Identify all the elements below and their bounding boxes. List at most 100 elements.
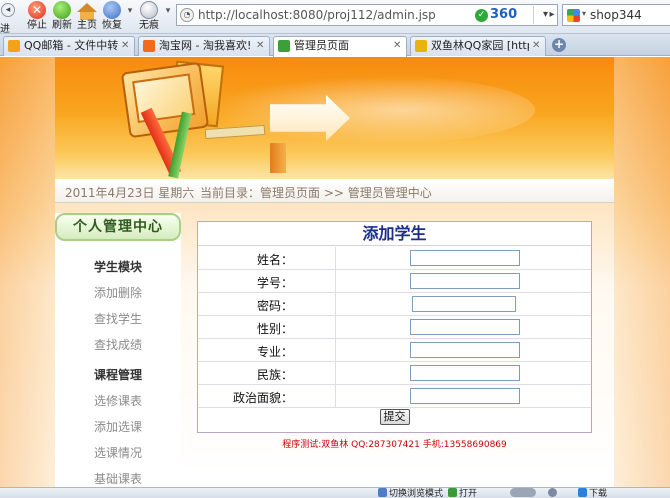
tab-taobao[interactable]: 淘宝网 - 淘我喜欢! ✕	[138, 36, 270, 56]
stand-illustration	[270, 143, 286, 173]
restore-button[interactable]: 恢复	[97, 1, 127, 33]
info-bar: 2011年4月23日 星期六 当前目录：管理员页面 >> 管理员管理中心	[55, 179, 614, 203]
browser-toolbar: ◂ 进 ✕ 停止 刷新 主页 恢复 ▾ 无痕 ▾ ◔ http://localh…	[0, 0, 670, 35]
home-icon	[77, 3, 97, 12]
download-icon	[578, 488, 587, 497]
new-tab-icon[interactable]: +	[552, 38, 566, 52]
field-label: 专业：	[256, 345, 293, 359]
sidebar-item-add-elective[interactable]: 添加选课	[55, 418, 181, 435]
field-label: 姓名：	[256, 253, 293, 267]
home-icon-body	[80, 12, 94, 20]
submit-button[interactable]: 提交	[379, 409, 410, 425]
noimage-dropdown[interactable]: ▾	[162, 6, 174, 20]
header-banner	[55, 57, 614, 179]
form-row-student-id: 学号：	[198, 270, 591, 293]
search-box[interactable]: ▾ shop344	[562, 4, 670, 26]
gender-input[interactable]	[410, 319, 520, 335]
settings-icon[interactable]	[548, 488, 559, 498]
toggle-icon	[510, 488, 536, 497]
tab-qq-home[interactable]: 双鱼林QQ家园 [http:/... ✕	[410, 36, 546, 56]
switch-mode-label: 切换浏览模式	[389, 489, 444, 498]
field-label: 密码：	[256, 299, 293, 313]
label-cell: 专业：	[198, 339, 336, 361]
tab-admin-page[interactable]: 管理员页面 ✕	[273, 36, 407, 57]
label-cell: 学号：	[198, 270, 336, 292]
name-input[interactable]	[410, 250, 520, 266]
student-id-input[interactable]	[410, 273, 520, 289]
breadcrumb: 当前目录：管理员页面 >> 管理员管理中心	[200, 186, 432, 200]
close-icon[interactable]: ✕	[256, 37, 266, 55]
switch-mode-button[interactable]: 切换浏览模式	[378, 488, 443, 498]
toggle-switch[interactable]	[510, 488, 538, 498]
form-row-ethnicity: 民族：	[198, 362, 591, 385]
ethnicity-input[interactable]	[410, 365, 520, 381]
field-label: 民族：	[256, 368, 293, 382]
major-input[interactable]	[410, 342, 520, 358]
tab-label: QQ邮箱 - 文件中转站	[24, 39, 118, 52]
submit-row: 提交	[198, 407, 591, 429]
brand-360-badge[interactable]: ✓ 360	[475, 7, 529, 23]
close-icon[interactable]: ✕	[121, 37, 131, 55]
sidebar-title: 个人管理中心	[55, 213, 181, 241]
forward-button[interactable]: ◂ 进	[0, 0, 18, 35]
search-engine-icon[interactable]	[567, 9, 580, 22]
page-icon	[278, 40, 290, 52]
close-icon[interactable]: ✕	[532, 37, 542, 55]
label-cell: 民族：	[198, 362, 336, 384]
go-icon[interactable]: ▸	[545, 4, 559, 26]
form-row-political-status: 政治面貌：	[198, 385, 591, 408]
noimage-button[interactable]: 无痕	[134, 1, 164, 33]
restore-label: 恢复	[102, 20, 122, 31]
sidebar-item-elective-status[interactable]: 选课情况	[55, 444, 181, 461]
current-date: 2011年4月23日 星期六	[65, 186, 195, 200]
computer-illustration	[120, 61, 210, 139]
address-bar[interactable]: ◔ http://localhost:8080/proj112/admin.js…	[176, 4, 558, 26]
form-row-major: 专业：	[198, 339, 591, 362]
label-cell: 姓名：	[198, 247, 336, 269]
restore-icon	[103, 1, 121, 19]
search-input[interactable]: shop344	[590, 8, 642, 22]
status-bar: 切换浏览模式 打开 下载	[0, 487, 670, 498]
close-icon[interactable]: ✕	[393, 37, 403, 55]
add-student-form: 添加学生 姓名： 学号： 密码： 性别： 专业： 民族： 政治面貌： 提交	[197, 221, 592, 433]
label-cell: 政治面貌：	[198, 385, 336, 407]
noimage-label: 无痕	[139, 20, 159, 31]
sidebar-item-find-grade[interactable]: 查找成绩	[55, 336, 181, 353]
field-label: 学号：	[256, 276, 293, 290]
gear-icon	[548, 488, 557, 497]
page-icon: ◔	[180, 8, 194, 22]
browse-mode-icon	[378, 488, 387, 497]
tab-label: 双鱼林QQ家园 [http:/...	[431, 39, 529, 52]
refresh-icon	[53, 1, 71, 19]
political-status-input[interactable]	[410, 388, 520, 404]
sidebar-item-find-student[interactable]: 查找学生	[55, 310, 181, 327]
address-url[interactable]: http://localhost:8080/proj112/admin.jsp	[198, 8, 436, 22]
form-row-password: 密码：	[198, 293, 591, 316]
incognito-icon	[140, 1, 158, 19]
download-button[interactable]: 下载	[578, 488, 607, 498]
sidebar: 个人管理中心 学生模块 添加删除 查找学生 查找成绩 课程管理 选修课表 添加选…	[55, 213, 181, 487]
tab-qq-mail[interactable]: QQ邮箱 - 文件中转站 ✕	[3, 36, 135, 56]
sidebar-item-elective-table[interactable]: 选修课表	[55, 392, 181, 409]
page-viewport: 2011年4月23日 星期六 当前目录：管理员页面 >> 管理员管理中心 个人管…	[0, 57, 670, 487]
taobao-icon	[143, 40, 155, 52]
forward-arrow-icon: ◂	[1, 3, 15, 17]
field-label: 性别：	[256, 322, 293, 336]
open-button[interactable]: 打开	[448, 488, 477, 498]
form-title: 添加学生	[198, 222, 591, 246]
chevron-down-icon[interactable]: ▾	[582, 9, 586, 18]
tab-label: 淘宝网 - 淘我喜欢!	[159, 39, 252, 52]
field-label: 政治面貌：	[232, 391, 293, 405]
tab-label: 管理员页面	[294, 39, 349, 52]
form-row-name: 姓名：	[198, 247, 591, 270]
sidebar-item-basic-courses[interactable]: 基础课表	[55, 470, 181, 487]
password-input[interactable]	[412, 296, 516, 312]
brand-360-label: 360	[490, 7, 518, 22]
qq-home-icon	[415, 40, 427, 52]
download-label: 下载	[589, 489, 608, 498]
tab-bar: QQ邮箱 - 文件中转站 ✕ 淘宝网 - 淘我喜欢! ✕ 管理员页面 ✕ 双鱼林…	[0, 34, 670, 57]
sidebar-item-add-delete[interactable]: 添加删除	[55, 284, 181, 301]
check-icon: ✓	[475, 9, 488, 22]
stop-icon: ✕	[28, 1, 46, 19]
globe-icon	[448, 488, 457, 497]
